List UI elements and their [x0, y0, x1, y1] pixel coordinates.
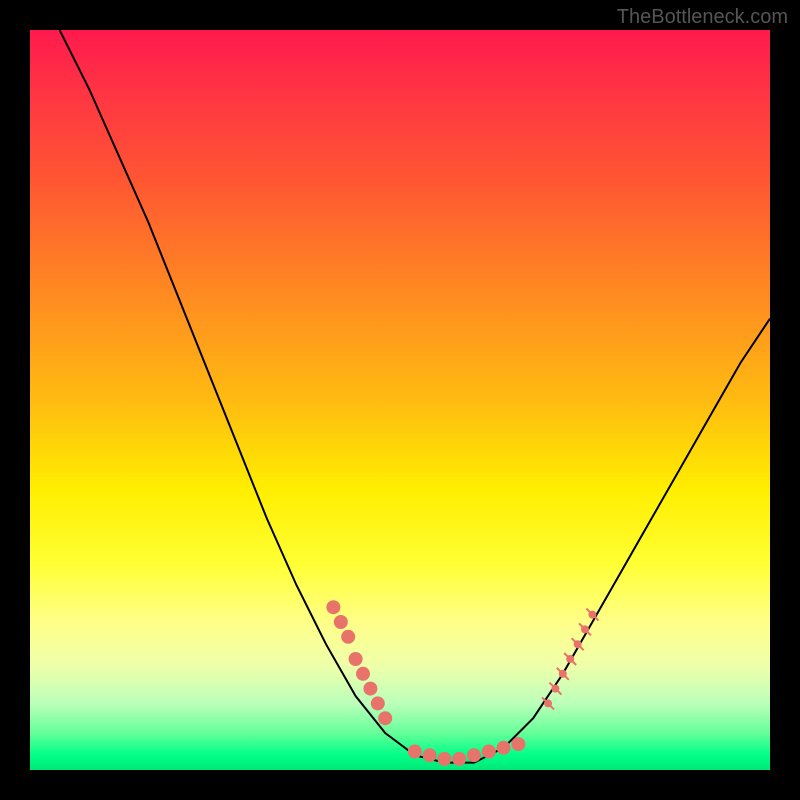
data-point — [349, 652, 363, 666]
data-point — [334, 615, 348, 629]
data-point — [371, 696, 385, 710]
plot-area — [30, 30, 770, 770]
data-point — [437, 752, 451, 766]
data-point — [363, 682, 377, 696]
data-point — [341, 630, 355, 644]
data-point — [566, 655, 574, 663]
data-point — [559, 670, 567, 678]
data-point — [588, 611, 596, 619]
data-point — [423, 748, 437, 762]
data-point — [378, 711, 392, 725]
chart-svg — [30, 30, 770, 770]
data-point — [551, 685, 559, 693]
data-point — [482, 745, 496, 759]
data-point — [511, 737, 525, 751]
data-point — [544, 699, 552, 707]
watermark-text: TheBottleneck.com — [617, 6, 788, 29]
data-point — [326, 600, 340, 614]
data-point — [408, 745, 422, 759]
bottleneck-curve — [60, 30, 770, 763]
data-point — [356, 667, 370, 681]
data-point — [467, 748, 481, 762]
data-point — [497, 741, 511, 755]
data-point — [581, 625, 589, 633]
data-point — [452, 752, 466, 766]
data-point — [574, 640, 582, 648]
